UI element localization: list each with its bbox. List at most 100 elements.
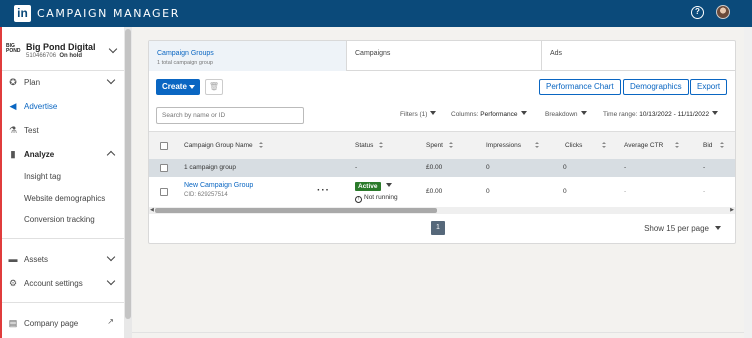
total-row-checkbox[interactable]: [160, 164, 168, 172]
compass-icon: ✪: [9, 77, 17, 87]
demographics-button[interactable]: Demographics: [623, 79, 689, 95]
avatar[interactable]: [716, 5, 730, 19]
scroll-left-arrow-icon[interactable]: ◀: [150, 207, 154, 214]
help-icon[interactable]: ?: [691, 5, 704, 19]
account-switcher[interactable]: BIG POND Big Pond Digital 510466706 On h…: [6, 42, 118, 64]
total-row: 1 campaign group - £0.00 0 0 - -: [149, 159, 735, 177]
tab-ads[interactable]: Ads: [542, 41, 735, 71]
row-clicks: 0: [563, 188, 567, 195]
sidebar-subitem-insight-tag[interactable]: Insight tag: [24, 172, 61, 181]
sidebar-item-company-page[interactable]: ▤ Company page ↗: [8, 315, 118, 331]
column-header-spent[interactable]: Spent: [426, 142, 453, 149]
top-bar: in CAMPAIGN MANAGER ?: [0, 0, 752, 27]
column-header-label: Spent: [426, 142, 443, 149]
bar-chart-icon: ▮: [10, 149, 16, 159]
linkedin-logo: in: [14, 5, 31, 22]
sidebar-item-test[interactable]: ⚗ Test: [8, 122, 118, 138]
page-button[interactable]: 1: [431, 221, 445, 235]
account-id: 510466706: [26, 53, 57, 59]
create-button-label: Create: [162, 82, 187, 91]
sort-icon: [720, 142, 725, 148]
scroll-right-arrow-icon[interactable]: ▶: [730, 207, 734, 214]
more-options-icon[interactable]: ···: [317, 185, 330, 196]
sort-icon: [379, 142, 384, 148]
info-icon: !: [355, 196, 362, 203]
tab-campaigns[interactable]: Campaigns: [347, 41, 542, 71]
column-header-name[interactable]: Campaign Group Name: [184, 142, 263, 149]
create-button[interactable]: Create: [156, 79, 200, 95]
sidebar-divider: [2, 238, 124, 239]
delivery-status-label: Not running: [364, 194, 398, 201]
column-header-average-ctr[interactable]: Average CTR: [624, 142, 680, 149]
tab-label: Ads: [550, 50, 563, 57]
horizontal-scrollbar-thumb[interactable]: [155, 208, 437, 213]
app-title: CAMPAIGN MANAGER: [37, 7, 180, 20]
chevron-down-icon: [106, 75, 116, 85]
account-logo: BIG POND: [6, 43, 21, 54]
status-dropdown[interactable]: Active: [355, 182, 398, 191]
sidebar-item-label: Assets: [24, 254, 49, 264]
export-button[interactable]: Export: [690, 79, 728, 95]
select-all-checkbox[interactable]: [160, 142, 168, 150]
tab-campaign-groups[interactable]: Campaign Groups 1 total campaign group: [149, 41, 347, 71]
gear-icon: ⚙: [8, 278, 18, 288]
sidebar-item-label: Account settings: [24, 278, 83, 288]
column-header-impressions[interactable]: Impressions: [486, 142, 540, 149]
column-header-status[interactable]: Status: [355, 142, 384, 149]
caret-down-icon: [580, 111, 587, 115]
sidebar-item-assets[interactable]: ▬ Assets: [8, 251, 118, 267]
sidebar-item-label: Test: [24, 125, 39, 135]
content-bottom-divider: [132, 332, 744, 333]
total-row-clicks: 0: [563, 164, 567, 171]
time-range-dropdown[interactable]: Time range: 10/13/2022 - 11/11/2022: [603, 111, 719, 118]
caret-down-icon: [430, 111, 437, 115]
sidebar-accent: [0, 27, 2, 338]
tab-bar: Campaign Groups 1 total campaign group C…: [149, 41, 735, 71]
table-horizontal-scrollbar[interactable]: ◀ ▶: [149, 207, 735, 214]
page-scrollbar[interactable]: [744, 27, 752, 338]
campaign-group-id: CID: 629257514: [184, 192, 228, 198]
campaign-groups-panel: Campaign Groups 1 total campaign group C…: [148, 40, 736, 244]
delete-button[interactable]: 🗑: [205, 79, 223, 95]
breakdown-dropdown[interactable]: Breakdown: [545, 111, 587, 118]
column-header-label: Campaign Group Name: [184, 142, 253, 149]
column-header-label: Clicks: [565, 142, 583, 149]
breakdown-label: Breakdown: [545, 111, 578, 118]
performance-chart-button[interactable]: Performance Chart: [539, 79, 621, 95]
total-row-bid: -: [703, 164, 706, 171]
campaign-group-link[interactable]: New Campaign Group: [184, 182, 253, 189]
total-row-spent: £0.00: [426, 164, 443, 171]
search-input[interactable]: [156, 107, 304, 124]
sidebar-subitem-website-demographics[interactable]: Website demographics: [24, 194, 105, 203]
table-header: Campaign Group Name Status Spent Impress…: [149, 131, 735, 159]
sidebar-item-analyze[interactable]: ▮ Analyze: [8, 146, 118, 162]
column-header-bid[interactable]: Bid: [703, 142, 725, 149]
filters-dropdown[interactable]: Filters (1): [400, 111, 437, 118]
total-row-ctr: -: [624, 164, 627, 171]
sidebar-item-plan[interactable]: ✪ Plan: [8, 74, 118, 90]
row-spent: £0.00: [426, 188, 443, 195]
account-status: On hold: [59, 53, 83, 59]
row-ctr: -: [624, 188, 627, 195]
account-meta: 510466706 On hold: [26, 53, 82, 59]
sidebar-item-label: Company page: [24, 318, 79, 328]
campaign-group-cell: New Campaign Group CID: 629257514: [184, 182, 253, 198]
table-row: New Campaign Group CID: 629257514 ··· Ac…: [149, 177, 735, 207]
row-bid: -: [703, 188, 706, 195]
sidebar-item-account-settings[interactable]: ⚙ Account settings: [8, 275, 118, 291]
sidebar-scrollbar-thumb[interactable]: [125, 29, 131, 319]
caret-down-icon: [712, 111, 719, 115]
row-checkbox[interactable]: [160, 188, 168, 196]
sort-icon: [675, 142, 680, 148]
sidebar-item-advertise[interactable]: ◀ Advertise: [8, 98, 118, 114]
column-header-label: Status: [355, 142, 374, 149]
per-page-dropdown[interactable]: Show 15 per page: [644, 224, 721, 233]
total-row-status: -: [355, 164, 358, 171]
delivery-status: ! Not running: [355, 194, 398, 203]
columns-dropdown[interactable]: Columns: Performance: [451, 111, 527, 118]
sort-icon: [602, 142, 607, 148]
chevron-down-icon: [106, 276, 116, 286]
sidebar-subitem-conversion-tracking[interactable]: Conversion tracking: [24, 215, 95, 224]
column-header-clicks[interactable]: Clicks: [565, 142, 607, 149]
folder-icon: ▬: [8, 254, 18, 264]
